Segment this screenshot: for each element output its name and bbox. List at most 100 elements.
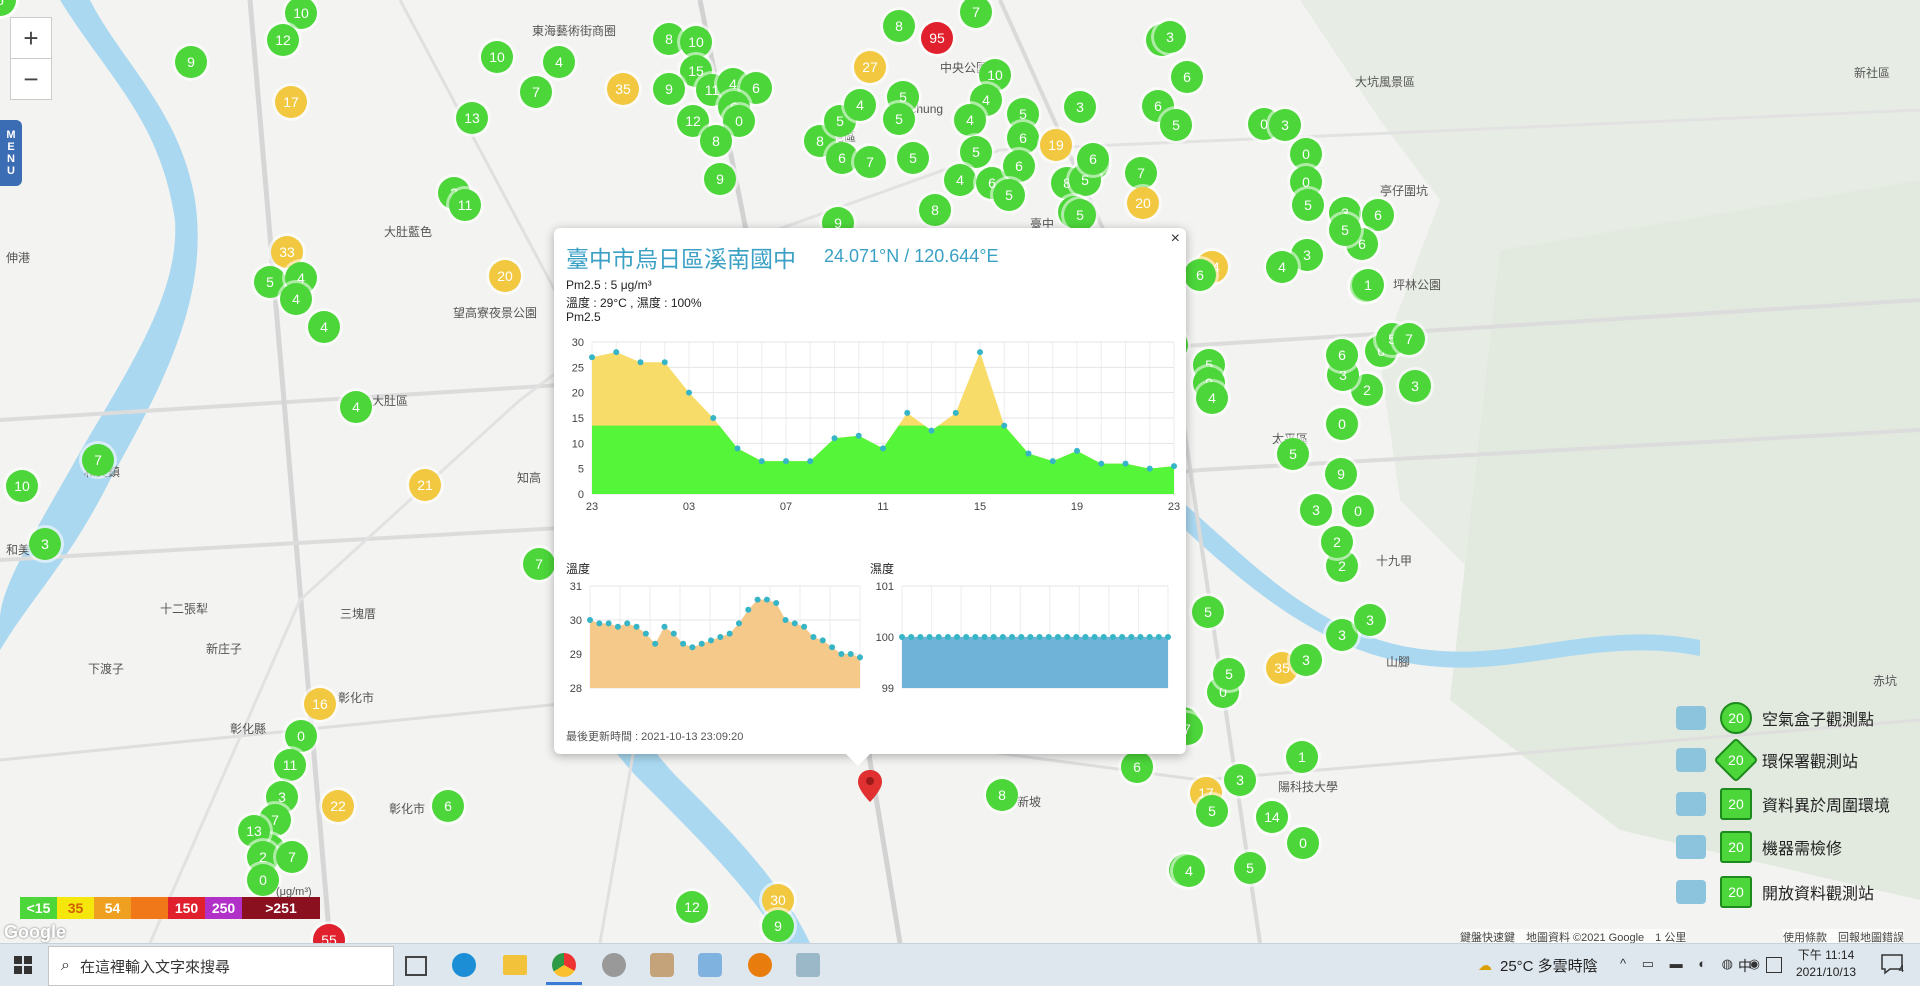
sensor-marker[interactable]: 17 xyxy=(275,86,307,118)
sensor-marker[interactable]: 5 xyxy=(1234,852,1266,884)
sensor-marker[interactable]: 16 xyxy=(304,688,336,720)
sensor-marker[interactable]: 3 xyxy=(1300,494,1332,526)
sensor-marker[interactable]: 9 xyxy=(1325,458,1357,490)
weather-widget[interactable]: ☁ 25°C 多雲時陰 xyxy=(1478,955,1598,976)
map-terms-link[interactable]: 使用條款 回報地圖錯誤 xyxy=(1783,929,1904,943)
sensor-marker[interactable]: 6 xyxy=(1003,150,1035,182)
sensor-marker[interactable]: 19 xyxy=(1040,129,1072,161)
sensor-marker[interactable]: 20 xyxy=(1127,187,1159,219)
sensor-marker[interactable]: 10 xyxy=(680,26,712,58)
chrome-icon[interactable] xyxy=(552,953,576,977)
sensor-marker[interactable]: 5 xyxy=(1196,795,1228,827)
sensor-marker[interactable]: 0 xyxy=(1287,827,1319,859)
sensor-marker[interactable]: 6 xyxy=(826,142,858,174)
sensor-marker[interactable]: 14 xyxy=(1256,801,1288,833)
sensor-marker[interactable]: 7 xyxy=(1393,323,1425,355)
sensor-marker[interactable]: 12 xyxy=(267,24,299,56)
menu-tab[interactable]: M E N U xyxy=(0,120,22,186)
sensor-marker[interactable]: 20 xyxy=(489,260,521,292)
selected-location-marker[interactable] xyxy=(858,770,882,802)
file-explorer-icon[interactable] xyxy=(503,955,527,975)
ime-indicator[interactable]: 中 xyxy=(1738,956,1752,976)
app-icon[interactable] xyxy=(602,953,626,977)
sensor-marker[interactable]: 0 xyxy=(247,864,279,896)
sensor-marker[interactable]: 5 xyxy=(897,142,929,174)
sensor-marker[interactable]: 0 xyxy=(1342,495,1374,527)
sensor-marker[interactable]: 6 xyxy=(1171,61,1203,93)
zoom-out-button[interactable]: − xyxy=(10,58,52,100)
sensor-marker[interactable]: 8 xyxy=(986,779,1018,811)
sensor-marker[interactable]: 7 xyxy=(82,444,114,476)
sensor-marker[interactable]: 12 xyxy=(676,891,708,923)
sensor-marker[interactable]: 5 xyxy=(1160,109,1192,141)
sensor-marker[interactable]: 9 xyxy=(762,910,794,942)
sensor-marker[interactable]: 6 xyxy=(1077,143,1109,175)
sensor-marker[interactable]: 5 xyxy=(1292,189,1324,221)
keyboard-icon[interactable] xyxy=(1766,957,1782,973)
sensor-marker[interactable]: 4 xyxy=(844,89,876,121)
sensor-marker[interactable]: 4 xyxy=(308,311,340,343)
sensor-marker[interactable]: 4 xyxy=(340,391,372,423)
sensor-marker[interactable]: 5 xyxy=(1329,214,1361,246)
sensor-marker[interactable]: 3 xyxy=(1354,604,1386,636)
sensor-marker[interactable]: 4 xyxy=(944,164,976,196)
sensor-marker[interactable]: 9 xyxy=(704,163,736,195)
sensor-marker[interactable]: 4 xyxy=(1196,382,1228,414)
app-icon[interactable] xyxy=(796,953,820,977)
sensor-marker[interactable]: 5 xyxy=(960,136,992,168)
sensor-marker[interactable]: 5 xyxy=(1213,658,1245,690)
sensor-marker[interactable]: 10 xyxy=(6,470,38,502)
sensor-marker[interactable]: 7 xyxy=(523,548,555,580)
sensor-marker[interactable]: 1 xyxy=(1286,741,1318,773)
sensor-marker[interactable]: 3 xyxy=(1154,21,1186,53)
sensor-marker[interactable]: 4 xyxy=(954,104,986,136)
sensor-marker[interactable]: 6 xyxy=(1362,199,1394,231)
sensor-marker[interactable]: 13 xyxy=(456,102,488,134)
sensor-marker[interactable]: 7 xyxy=(854,146,886,178)
sensor-marker[interactable]: 5 xyxy=(1064,199,1096,231)
taskbar-search-box[interactable]: ⌕ 在這裡輸入文字來搜尋 xyxy=(48,946,394,986)
sensor-marker[interactable]: 5 xyxy=(1192,596,1224,628)
notification-button[interactable]: 4 xyxy=(1880,953,1904,975)
sensor-marker[interactable]: 0 xyxy=(1326,408,1358,440)
app-icon[interactable] xyxy=(698,953,722,977)
sensor-marker[interactable]: 9 xyxy=(175,46,207,78)
sensor-marker[interactable]: 6 xyxy=(1007,122,1039,154)
sensor-marker[interactable]: 3 xyxy=(1326,619,1358,651)
sensor-marker[interactable]: 10 xyxy=(481,41,513,73)
sensor-marker[interactable]: 21 xyxy=(409,469,441,501)
sensor-marker[interactable]: 3 xyxy=(1064,91,1096,123)
sensor-marker[interactable]: 4 xyxy=(1173,855,1205,887)
sensor-marker[interactable]: 8 xyxy=(919,194,951,226)
sensor-marker[interactable]: 3 xyxy=(1269,109,1301,141)
clock[interactable]: 下午 11:14 2021/10/13 xyxy=(1796,947,1856,981)
sensor-marker[interactable]: 2 xyxy=(1321,526,1353,558)
map[interactable]: 東海藝術街商圈大坑風景區新社區伸港大肚區大肚藍色望高寮夜景公園和美鎮和美彰化市彰… xyxy=(0,0,1920,943)
sensor-marker[interactable]: 1 xyxy=(1352,269,1384,301)
sensor-marker[interactable]: 27 xyxy=(854,51,886,83)
sensor-marker[interactable]: 6 xyxy=(1326,339,1358,371)
blender-icon[interactable] xyxy=(748,953,772,977)
sensor-marker[interactable]: 3 xyxy=(1399,370,1431,402)
sensor-marker[interactable]: 4 xyxy=(543,46,575,78)
sensor-marker[interactable]: 6 xyxy=(1121,751,1153,783)
sensor-marker[interactable]: 11 xyxy=(274,749,306,781)
sensor-marker[interactable]: 4 xyxy=(280,283,312,315)
sensor-marker[interactable]: 3 xyxy=(29,528,61,560)
sensor-marker[interactable]: 6 xyxy=(432,790,464,822)
sensor-marker[interactable]: 5 xyxy=(883,103,915,135)
sensor-marker[interactable]: 22 xyxy=(322,790,354,822)
sensor-marker[interactable]: 3 xyxy=(1290,644,1322,676)
sensor-marker[interactable]: 8 xyxy=(883,10,915,42)
zoom-in-button[interactable]: + xyxy=(10,17,52,59)
sensor-marker[interactable]: 7 xyxy=(276,841,308,873)
task-view-icon[interactable] xyxy=(405,956,427,976)
sensor-marker[interactable]: 0 xyxy=(285,720,317,752)
close-icon[interactable]: × xyxy=(1171,230,1180,248)
sensor-marker[interactable]: 7 xyxy=(1125,157,1157,189)
sensor-marker[interactable]: 7 xyxy=(520,76,552,108)
sensor-marker[interactable]: 6 xyxy=(1184,259,1216,291)
sensor-marker[interactable]: 8 xyxy=(700,125,732,157)
sensor-marker[interactable]: 35 xyxy=(607,73,639,105)
sensor-marker[interactable]: 5 xyxy=(1277,438,1309,470)
